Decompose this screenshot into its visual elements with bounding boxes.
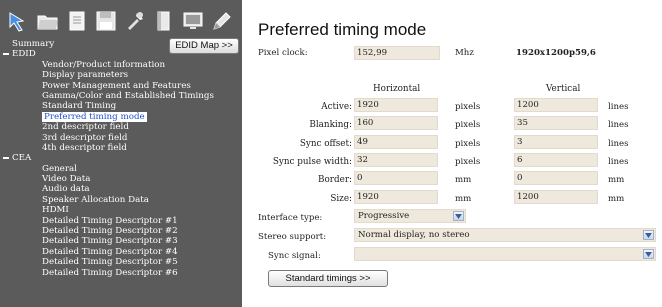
tree-item-dtd-1[interactable]: Detailed Timing Descriptor #1: [0, 216, 242, 226]
active-h-field[interactable]: 1920: [354, 98, 438, 112]
interface-type-label: Interface type:: [258, 213, 323, 223]
tree-section-edid[interactable]: EDID: [0, 49, 242, 59]
tree-item-2nd-descriptor[interactable]: 2nd descriptor field: [0, 122, 242, 132]
pixel-clock-label: Pixel clock:: [258, 48, 308, 58]
collapse-icon[interactable]: [3, 157, 9, 160]
tree-item-summary[interactable]: Summary: [0, 39, 242, 49]
tools-icon[interactable]: [122, 9, 147, 34]
blanking-v-field[interactable]: 35: [514, 116, 598, 130]
active-v-field[interactable]: 1200: [514, 98, 598, 112]
sync-offset-label: Sync offset:: [299, 139, 352, 149]
save-icon[interactable]: [93, 9, 118, 34]
stereo-support-select[interactable]: Normal display, no stereo: [354, 228, 656, 242]
horizontal-header: Horizontal: [373, 84, 421, 94]
timing-mode-text: 1920x1200p59,6: [516, 48, 596, 58]
tree-item-standard-timing[interactable]: Standard Timing: [0, 101, 242, 111]
blanking-label: Blanking:: [309, 120, 352, 130]
tree-item-vendor-product[interactable]: Vendor/Product information: [0, 60, 242, 70]
blue-arrow-icon[interactable]: [6, 9, 31, 34]
main-panel: Preferred timing mode Pixel clock: 152,9…: [242, 0, 662, 307]
size-v-field[interactable]: 1200: [514, 190, 598, 204]
blanking-h-unit: pixels: [455, 120, 481, 130]
tree-item-dtd-3[interactable]: Detailed Timing Descriptor #3: [0, 236, 242, 246]
size-v-unit: mm: [608, 194, 625, 204]
border-v-unit: mm: [608, 175, 625, 185]
sync-pulse-v-field[interactable]: 6: [514, 153, 598, 167]
folder-icon[interactable]: [35, 9, 60, 34]
collapse-icon[interactable]: [3, 53, 9, 56]
sync-pulse-width-label: Sync pulse width:: [272, 157, 352, 167]
interface-type-select[interactable]: Progressive: [354, 209, 466, 223]
active-v-unit: lines: [608, 102, 629, 112]
tree-item-dtd-5[interactable]: Detailed Timing Descriptor #5: [0, 257, 242, 267]
border-label: Border:: [318, 175, 352, 185]
pixel-clock-unit: Mhz: [455, 48, 474, 58]
sync-pulse-h-unit: pixels: [455, 157, 481, 167]
tree-item-gamma-color[interactable]: Gamma/Color and Established Timings: [0, 91, 242, 101]
tree-item-audio-data[interactable]: Audio data: [0, 184, 242, 194]
pixel-clock-field[interactable]: 152,99: [354, 46, 440, 60]
blanking-v-unit: lines: [608, 120, 629, 130]
tree-item-display-parameters[interactable]: Display parameters: [0, 70, 242, 80]
blanking-h-field[interactable]: 160: [354, 116, 438, 130]
tree-item-4th-descriptor[interactable]: 4th descriptor field: [0, 143, 242, 153]
active-h-unit: pixels: [455, 102, 481, 112]
tree-item-dtd-2[interactable]: Detailed Timing Descriptor #2: [0, 226, 242, 236]
chevron-down-icon[interactable]: [643, 249, 654, 259]
tree-item-preferred-timing[interactable]: Preferred timing mode: [0, 111, 242, 122]
tree-item-speaker-allocation[interactable]: Speaker Allocation Data: [0, 195, 242, 205]
vertical-header: Vertical: [546, 84, 581, 94]
sync-offset-h-unit: pixels: [455, 139, 481, 149]
sync-signal-select[interactable]: [354, 247, 656, 261]
border-h-unit: mm: [455, 175, 472, 185]
tree-item-power-management[interactable]: Power Management and Features: [0, 81, 242, 91]
page-title: Preferred timing mode: [258, 20, 427, 39]
tree-item-video-data[interactable]: Video Data: [0, 174, 242, 184]
sync-pulse-h-field[interactable]: 32: [354, 153, 438, 167]
sync-offset-v-unit: lines: [608, 139, 629, 149]
sync-offset-v-field[interactable]: 3: [514, 135, 598, 149]
book-icon[interactable]: [151, 9, 176, 34]
toolbar: [6, 7, 238, 35]
stereo-support-value: Normal display, no stereo: [358, 230, 470, 240]
sync-offset-h-field[interactable]: 49: [354, 135, 438, 149]
sync-signal-label: Sync signal:: [268, 251, 321, 261]
sync-pulse-v-unit: lines: [608, 157, 629, 167]
monitor-icon[interactable]: [180, 9, 205, 34]
standard-timings-button[interactable]: Standard timings >>: [268, 270, 388, 287]
interface-type-value: Progressive: [358, 211, 410, 221]
tree-item-dtd-4[interactable]: Detailed Timing Descriptor #4: [0, 247, 242, 257]
tree-item-general[interactable]: General: [0, 164, 242, 174]
tree-item-3rd-descriptor[interactable]: 3rd descriptor field: [0, 133, 242, 143]
active-label: Active:: [321, 102, 352, 112]
size-h-unit: mm: [455, 194, 472, 204]
tree-item-hdmi[interactable]: HDMI: [0, 205, 242, 215]
size-label: Size:: [330, 194, 352, 204]
edit-icon[interactable]: [209, 9, 234, 34]
border-h-field[interactable]: 0: [354, 171, 438, 185]
chevron-down-icon[interactable]: [643, 230, 654, 240]
tree-section-cea[interactable]: CEA: [0, 153, 242, 163]
border-v-field[interactable]: 0: [514, 171, 598, 185]
chevron-down-icon[interactable]: [453, 211, 464, 221]
tree-item-dtd-6[interactable]: Detailed Timing Descriptor #6: [0, 268, 242, 278]
stereo-support-label: Stereo support:: [258, 232, 327, 242]
size-h-field[interactable]: 1920: [354, 190, 438, 204]
navigation-tree: Summary EDID Vendor/Product information …: [0, 39, 242, 278]
document-icon[interactable]: [64, 9, 89, 34]
sidebar: EDID Map >> Summary EDID Vendor/Product …: [0, 0, 242, 307]
